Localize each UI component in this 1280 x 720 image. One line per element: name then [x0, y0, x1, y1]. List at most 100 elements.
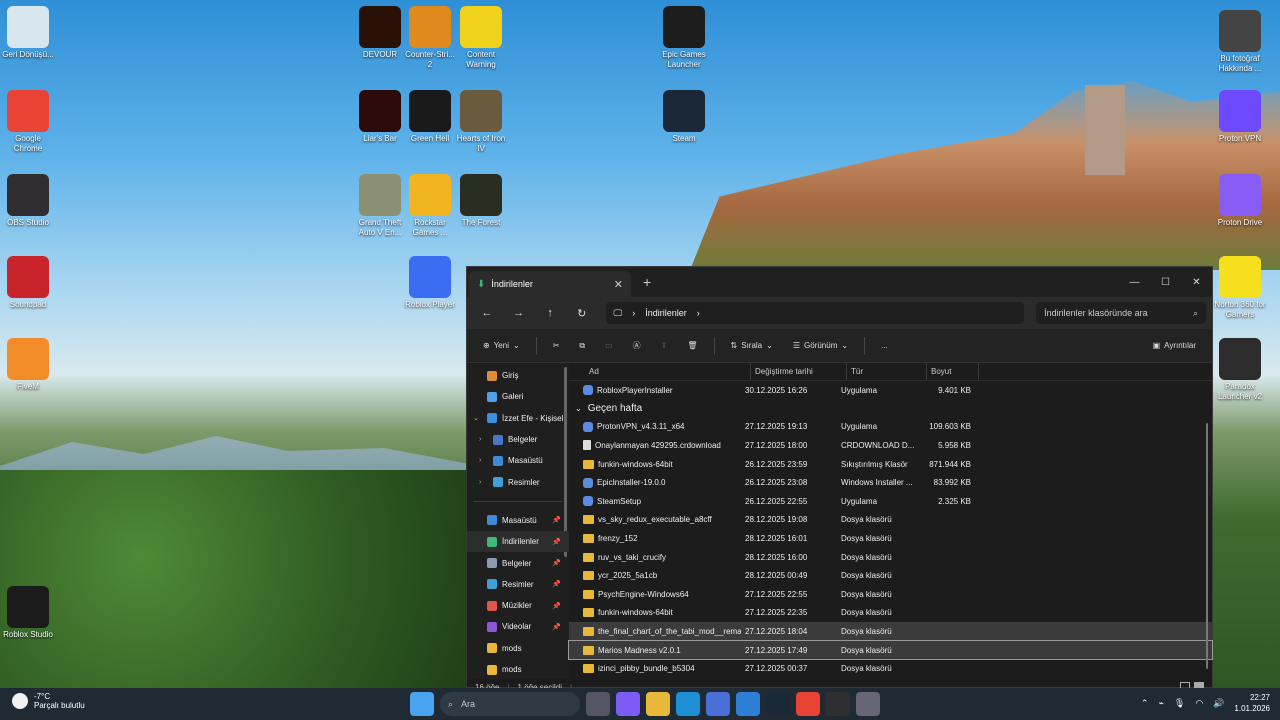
desktop-icon[interactable]: Steam: [656, 90, 712, 144]
file-row[interactable]: EpicInstaller-19.0.0 26.12.2025 23:08 Wind…: [569, 473, 1212, 492]
file-row[interactable]: frenzy_152 28.12.2025 16:01 Dosya klasörü: [569, 529, 1212, 548]
sidebar-item[interactable]: Masaüstü 📌: [467, 510, 569, 531]
file-row[interactable]: the_final_chart_of_the_tabi_mod__remast.…: [569, 622, 1212, 641]
file-row[interactable]: RobloxPlayerInstaller 30.12.2025 16:26 U…: [569, 381, 1212, 400]
desktop-icon[interactable]: Counter-Stri... 2: [402, 6, 458, 70]
sidebar-item[interactable]: Müzikler 📌: [467, 595, 569, 616]
delete-button[interactable]: 🗑: [679, 334, 705, 358]
file-list-scrollbar[interactable]: [1206, 423, 1208, 669]
taskbar-search[interactable]: ⌕ Ara: [440, 692, 580, 716]
column-size[interactable]: Boyut: [927, 363, 979, 380]
chevron-right-icon[interactable]: ›: [479, 436, 481, 443]
chrome-icon[interactable]: [796, 692, 820, 716]
close-tab-icon[interactable]: ✕: [614, 278, 623, 291]
column-type[interactable]: Tür: [847, 363, 927, 380]
chevron-right-icon[interactable]: ›: [479, 457, 481, 464]
desktop-icon[interactable]: Google Chrome: [0, 90, 56, 154]
volume-icon[interactable]: 🔊: [1213, 698, 1224, 709]
cut-button[interactable]: ✂: [545, 334, 568, 358]
desktop-icon[interactable]: Norton 360 for Gamers: [1212, 256, 1268, 320]
copy-button[interactable]: ⧉: [571, 334, 593, 358]
maximize-button[interactable]: ☐: [1150, 277, 1181, 288]
column-date[interactable]: Değiştirme tarihi: [751, 363, 847, 380]
microphone-icon[interactable]: 🎙: [1174, 698, 1185, 709]
obs-icon[interactable]: [826, 692, 850, 716]
desktop-icon[interactable]: Roblox Studio: [0, 586, 56, 640]
desktop-icon[interactable]: Liar's Bar: [352, 90, 408, 144]
minimize-button[interactable]: —: [1119, 277, 1150, 288]
file-row[interactable]: Marios Madness v2.0.1 27.12.2025 17:49 Dos…: [568, 639, 1213, 661]
edge-icon[interactable]: [676, 692, 700, 716]
file-row[interactable]: Onaylanmayan 429295.crdownload 27.12.2025…: [569, 436, 1212, 455]
sidebar-item[interactable]: Galeri: [467, 386, 569, 407]
sidebar-item[interactable]: Resimler 📌: [467, 574, 569, 595]
refresh-icon[interactable]: ↻: [568, 307, 596, 320]
search-input[interactable]: İndirilenler klasöründe ara ⌕: [1036, 302, 1206, 324]
desktop-icon[interactable]: Rockstar Games ...: [402, 174, 458, 238]
sidebar-item[interactable]: › Resimler: [467, 471, 569, 492]
clock[interactable]: 22:27 1.01.2026: [1234, 692, 1270, 714]
sidebar-item[interactable]: Belgeler 📌: [467, 552, 569, 573]
desktop-icon[interactable]: Content Warning: [453, 6, 509, 70]
network-icon[interactable]: ⌁: [1158, 698, 1163, 709]
sidebar-item[interactable]: Giriş: [467, 365, 569, 386]
forward-arrow-icon[interactable]: →: [505, 307, 533, 319]
desktop-icon[interactable]: Green Hell: [402, 90, 458, 144]
desktop-icon[interactable]: Epic Games Launcher: [656, 6, 712, 70]
new-tab-button[interactable]: +: [643, 274, 651, 290]
sidebar-item[interactable]: ⌄ İzzet Efe - Kişisel: [467, 408, 569, 429]
task-view-icon[interactable]: [586, 692, 610, 716]
address-bar[interactable]: 🖵 › İndirilenler ›: [605, 302, 1025, 324]
desktop-icon[interactable]: DEVOUR: [352, 6, 408, 60]
file-row[interactable]: funkin-windows-64bit 26.12.2025 23:59 Sıkı…: [569, 455, 1212, 474]
details-pane-button[interactable]: ▣ Ayrıntılar: [1145, 334, 1204, 358]
desktop-icon[interactable]: Geri Dönüşü...: [0, 6, 56, 60]
file-row[interactable]: vs_sky_redux_executable_a8cff 28.12.2025 …: [569, 511, 1212, 530]
steam-icon[interactable]: [766, 692, 790, 716]
rename-button[interactable]: Ⓐ: [625, 334, 649, 358]
desktop-icon[interactable]: FiveM: [0, 338, 56, 392]
sort-button[interactable]: ⇅ Sırala ⌄: [723, 334, 781, 358]
file-row[interactable]: izinci_pibby_bundle_b5304 27.12.2025 00:3…: [569, 659, 1212, 678]
close-window-button[interactable]: ✕: [1181, 277, 1212, 288]
up-arrow-icon[interactable]: ↑: [536, 307, 564, 319]
new-button[interactable]: ⊕ Yeni ⌄: [475, 334, 528, 358]
file-explorer-icon[interactable]: [646, 692, 670, 716]
copilot-icon[interactable]: [616, 692, 640, 716]
desktop-icon[interactable]: Soundpad: [0, 256, 56, 310]
wifi-icon[interactable]: ◠: [1195, 698, 1203, 709]
sidebar-item[interactable]: mods: [467, 659, 569, 680]
file-row[interactable]: funkin-windows-64bit 27.12.2025 22:35 Dosy…: [569, 604, 1212, 623]
chevron-down-icon[interactable]: ⌄: [473, 414, 479, 422]
sidebar-item[interactable]: › Belgeler: [467, 429, 569, 450]
column-name[interactable]: Ad: [569, 363, 751, 380]
sidebar-item[interactable]: Videolar 📌: [467, 616, 569, 637]
sidebar-item[interactable]: › Masaüstü: [467, 450, 569, 471]
desktop-icon[interactable]: The Forest: [453, 174, 509, 228]
store-icon[interactable]: [706, 692, 730, 716]
chevron-right-icon[interactable]: ›: [479, 479, 481, 486]
file-row[interactable]: ProtonVPN_v4.3.11_x64 27.12.2025 19:13 Uyg…: [569, 418, 1212, 437]
more-options-button[interactable]: ...: [873, 334, 896, 358]
desktop-icon[interactable]: Grand Theft Auto V En...: [352, 174, 408, 238]
breadcrumb[interactable]: İndirilenler: [645, 308, 687, 318]
chevron-up-icon[interactable]: ⌃: [1141, 698, 1149, 709]
back-arrow-icon[interactable]: ←: [473, 307, 501, 319]
start-icon[interactable]: [410, 692, 434, 716]
group-header[interactable]: ⌄ Geçen hafta: [569, 400, 1212, 418]
desktop-icon[interactable]: Roblox Player: [402, 256, 458, 310]
desktop-icon[interactable]: Proton VPN: [1212, 90, 1268, 144]
sidebar-item[interactable]: mods: [467, 638, 569, 659]
desktop-icon[interactable]: Hearts of Iron IV: [453, 90, 509, 154]
sidebar-item[interactable]: İndirilenler 📌: [467, 531, 569, 553]
desktop-icon[interactable]: Paradox Launcher v2: [1212, 338, 1268, 402]
weather-widget[interactable]: -7°C Parçalı bulutlu: [12, 692, 85, 710]
paste-button[interactable]: ▭: [597, 334, 621, 358]
mail-icon[interactable]: [736, 692, 760, 716]
tab-downloads[interactable]: ⬇ İndirilenler ✕: [469, 271, 631, 297]
file-row[interactable]: ruv_vs_taki_crucify 28.12.2025 16:00 Dosya…: [569, 548, 1212, 567]
desktop-icon[interactable]: Bu fotoğraf Hakkında ...: [1212, 10, 1268, 74]
file-row[interactable]: ycr_2025_5a1cb 28.12.2025 00:49 Dosya klas…: [569, 566, 1212, 585]
desktop-icon[interactable]: Proton Drive: [1212, 174, 1268, 228]
settings-icon[interactable]: [856, 692, 880, 716]
